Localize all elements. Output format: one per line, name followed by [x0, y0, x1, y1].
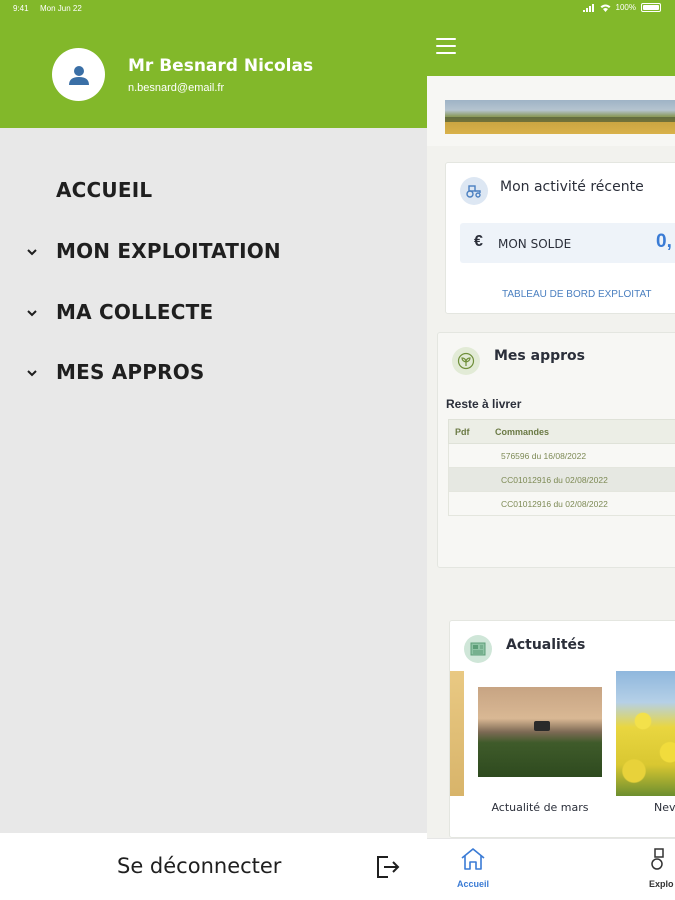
menu-item-accueil[interactable]: ACCUEIL — [0, 168, 427, 212]
battery-percent: 100% — [615, 3, 636, 12]
avatar[interactable] — [52, 48, 105, 101]
menu-item-mon-exploitation[interactable]: MON EXPLOITATION — [0, 229, 427, 273]
tab-label: Accueil — [457, 879, 490, 889]
news-card[interactable]: Actualités Actualité de mars Nev — [449, 620, 675, 838]
tractor-silhouette — [534, 721, 550, 731]
user-icon — [68, 65, 89, 85]
chevron-down-icon — [27, 310, 37, 317]
order-number: CC01012916 du 02/08/2022 — [501, 474, 608, 485]
status-indicators: 100% — [582, 3, 661, 12]
drawer-header: Mr Besnard Nicolas n.besnard@email.fr — [0, 0, 427, 128]
tractor-icon — [460, 177, 488, 205]
user-email: n.besnard@email.fr — [128, 82, 225, 94]
solde-label: MON SOLDE — [498, 237, 572, 251]
banner — [423, 76, 675, 146]
signal-icon — [582, 3, 594, 12]
appros-title: Mes appros — [494, 348, 585, 364]
sprout-icon — [452, 347, 480, 375]
navigation-drawer: Mr Besnard Nicolas n.besnard@email.fr AC… — [0, 0, 427, 900]
menu-item-label: MES APPROS — [56, 360, 205, 384]
tab-bar: Accueil Explo — [423, 838, 675, 900]
hamburger-icon[interactable] — [436, 38, 456, 54]
tractor-icon — [651, 848, 664, 870]
status-date: Mon Jun 22 — [40, 4, 82, 13]
euro-icon: € — [474, 233, 483, 250]
home-icon — [461, 848, 485, 870]
menu-item-ma-collecte[interactable]: MA COLLECTE — [0, 290, 427, 334]
logout-icon — [377, 856, 400, 878]
news-image-rapeseed[interactable] — [616, 671, 675, 796]
chevron-down-icon — [27, 370, 37, 377]
news-image-previous[interactable] — [450, 671, 464, 796]
battery-icon — [641, 3, 661, 12]
order-number: CC01012916 du 02/08/2022 — [501, 498, 608, 509]
dashboard-link[interactable]: TABLEAU DE BORD EXPLOITAT — [502, 289, 651, 300]
activity-title: Mon activité récente — [500, 179, 644, 195]
news-image-tractor[interactable] — [478, 687, 602, 777]
table-row[interactable]: 576596 du 16/08/2022 — [448, 444, 675, 468]
solde-box: € MON SOLDE 0, — [460, 223, 675, 263]
user-name: Mr Besnard Nicolas — [128, 56, 314, 76]
logout-button[interactable]: Se déconnecter — [0, 833, 427, 900]
table-row[interactable]: CC01012916 du 02/08/2022 — [448, 492, 675, 516]
order-number: 576596 du 16/08/2022 — [501, 450, 587, 461]
reste-label: Reste à livrer — [446, 397, 522, 411]
banner-treeline — [445, 117, 675, 122]
column-header-pdf: Pdf — [455, 426, 470, 437]
chevron-down-icon — [27, 249, 37, 256]
column-header-commandes: Commandes — [495, 426, 550, 437]
newspaper-icon — [464, 635, 492, 663]
menu-item-label: ACCUEIL — [56, 178, 153, 202]
menu-item-label: MON EXPLOITATION — [56, 239, 281, 263]
home-content: Mon activité récente € MON SOLDE 0, TABL… — [423, 76, 675, 838]
wifi-icon — [600, 4, 611, 12]
news-title: Actualités — [506, 637, 586, 653]
menu-item-label: MA COLLECTE — [56, 300, 214, 324]
tab-label: Explo — [649, 879, 674, 889]
orders-table: Pdf Commandes 576596 du 16/08/2022 CC010… — [448, 419, 675, 516]
logout-label: Se déconnecter — [117, 854, 282, 878]
table-row[interactable]: CC01012916 du 02/08/2022 — [448, 468, 675, 492]
table-header: Pdf Commandes — [448, 419, 675, 444]
tab-accueil[interactable]: Accueil — [457, 847, 489, 889]
status-bar: 9:41 Mon Jun 22 100% — [0, 0, 675, 18]
news-caption[interactable]: Nev — [654, 801, 675, 814]
menu-item-mes-appros[interactable]: MES APPROS — [0, 350, 427, 394]
news-caption[interactable]: Actualité de mars — [490, 801, 590, 815]
appros-card[interactable]: Mes appros Reste à livrer Pdf Commandes … — [437, 332, 675, 568]
solde-value: 0, — [656, 231, 672, 252]
status-time: 9:41 — [13, 4, 29, 13]
tab-exploitation[interactable]: Explo — [649, 847, 674, 889]
activity-card[interactable]: Mon activité récente € MON SOLDE 0, TABL… — [445, 162, 675, 314]
